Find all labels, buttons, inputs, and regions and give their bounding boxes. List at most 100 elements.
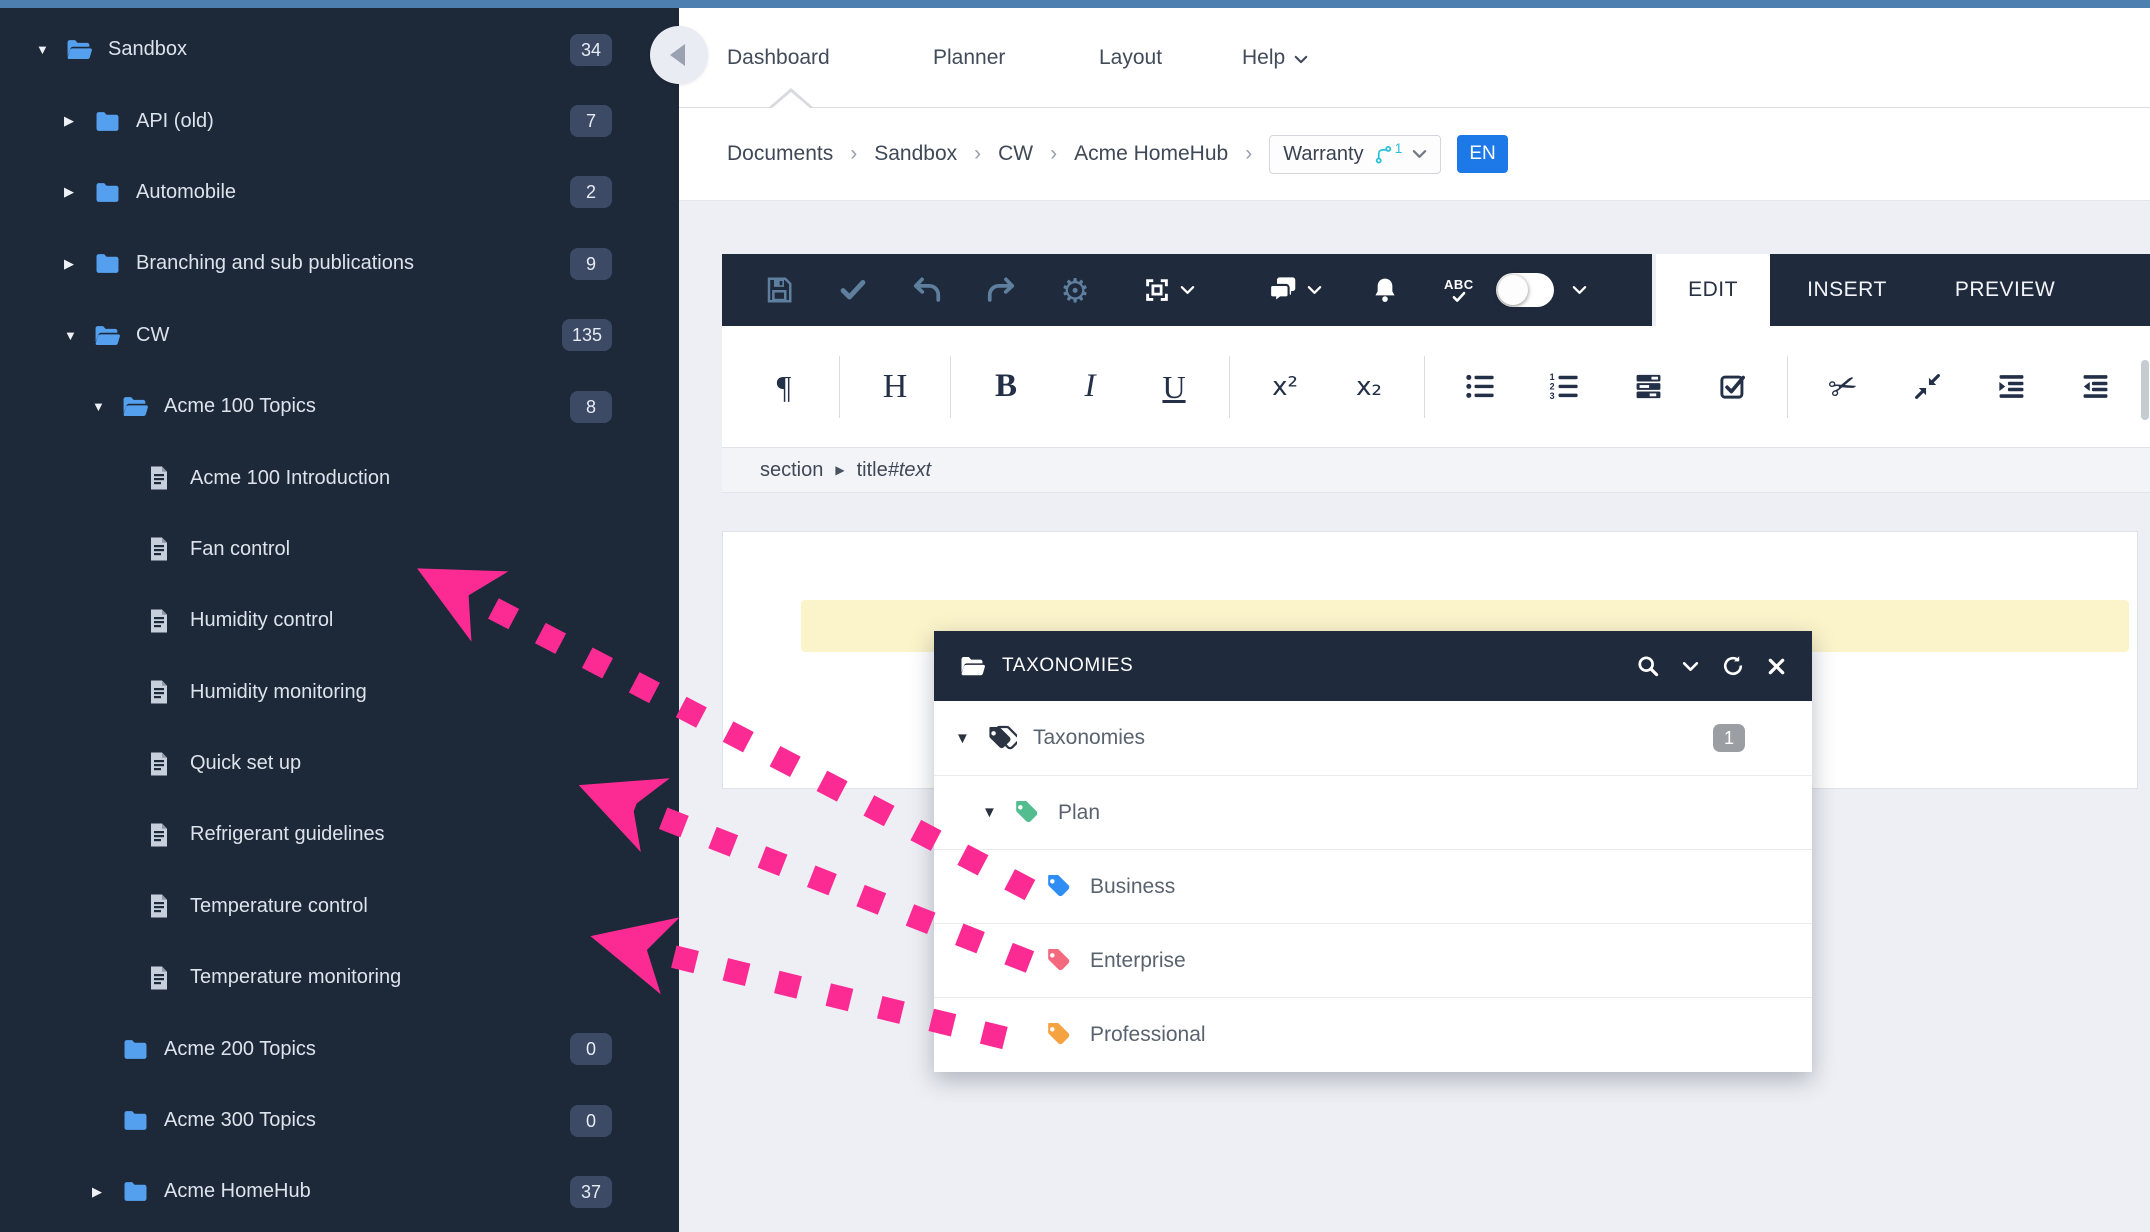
tree-item[interactable]: ▶Acme HomeHub37 xyxy=(0,1156,679,1227)
folder-icon xyxy=(94,252,122,275)
bullet-list-button[interactable] xyxy=(1438,372,1522,401)
editor-scrollbar[interactable] xyxy=(2141,360,2149,420)
tree-item-label: Fan control xyxy=(190,538,290,561)
path-segment[interactable]: title xyxy=(857,459,888,482)
sidebar-collapse-button[interactable] xyxy=(650,26,708,84)
folder-open-icon xyxy=(66,38,94,61)
undo-button[interactable] xyxy=(890,276,964,304)
item-count-badge: 34 xyxy=(570,34,612,66)
tree-item-label: Acme 300 Topics xyxy=(164,1109,316,1132)
tab-preview[interactable]: PREVIEW xyxy=(1924,254,2086,326)
tree-caret-icon[interactable]: ▼ xyxy=(36,42,66,57)
subscript-button[interactable]: x₂ xyxy=(1327,374,1411,400)
tree-item[interactable]: Acme 200 Topics0 xyxy=(0,1013,679,1084)
chevron-down-icon xyxy=(1294,55,1308,64)
tree-item[interactable]: Quick set up xyxy=(0,728,679,799)
tree-item[interactable]: Acme 300 Topics 0 xyxy=(0,1085,679,1156)
tree-caret-icon[interactable]: ▼ xyxy=(92,399,122,414)
tree-caret-icon[interactable]: ▶ xyxy=(64,256,94,272)
taxonomy-root-row[interactable]: ▼ Taxonomies 1 xyxy=(934,701,1812,775)
item-count-badge: 0 xyxy=(570,1105,612,1137)
tree-item[interactable]: ▼Acme 100 Topics8 xyxy=(0,371,679,442)
folder-open-icon xyxy=(94,324,122,347)
tree-caret-icon[interactable]: ▶ xyxy=(64,113,94,129)
underline-button[interactable]: U xyxy=(1132,371,1216,403)
cut-button[interactable]: ✂ xyxy=(1801,370,1885,404)
tree-caret-icon[interactable]: ▼ xyxy=(982,804,1012,821)
taxonomy-label: Taxonomies xyxy=(1033,726,1145,750)
tag-icon xyxy=(1044,873,1074,900)
checkbox-button[interactable] xyxy=(1690,372,1774,401)
toolbar-divider xyxy=(1787,356,1788,418)
numbered-list-button[interactable] xyxy=(1522,372,1606,401)
path-segment[interactable]: section xyxy=(760,459,823,482)
chevron-down-icon[interactable] xyxy=(1572,285,1587,295)
tree-caret-icon[interactable]: ▼ xyxy=(955,730,985,747)
branch-count: 1 xyxy=(1395,140,1403,156)
panel-title: TAXONOMIES xyxy=(1002,655,1133,677)
spellcheck-icon: ABC xyxy=(1444,278,1474,303)
spellcheck-toggle[interactable] xyxy=(1496,273,1554,307)
settings-gear-icon[interactable]: ⚙ xyxy=(1038,274,1112,307)
tree-item[interactable]: Refrigerant guidelines xyxy=(0,799,679,870)
tab-insert[interactable]: INSERT xyxy=(1770,254,1924,326)
tree-item[interactable]: Acme 100 Introduction xyxy=(0,442,679,513)
close-icon[interactable] xyxy=(1767,657,1786,676)
heading-button[interactable]: H xyxy=(853,370,937,404)
breadcrumb-item[interactable]: CW xyxy=(998,142,1033,166)
language-badge[interactable]: EN xyxy=(1457,135,1507,173)
folder-icon xyxy=(122,1180,150,1203)
tree-item[interactable]: Humidity monitoring xyxy=(0,657,679,728)
document-icon xyxy=(148,822,176,848)
tree-item-label: Sandbox xyxy=(108,38,187,61)
refresh-icon[interactable] xyxy=(1721,654,1745,678)
taxonomy-tag-row[interactable]: Enterprise xyxy=(934,923,1812,997)
merge-button[interactable] xyxy=(1885,372,1969,401)
search-icon[interactable] xyxy=(1636,654,1660,678)
breadcrumb-item[interactable]: Documents xyxy=(727,142,833,166)
tree-caret-icon[interactable]: ▶ xyxy=(92,1184,122,1200)
nav-item-planner[interactable]: Planner xyxy=(933,8,1005,107)
tab-edit[interactable]: EDIT xyxy=(1656,254,1770,326)
document-icon xyxy=(148,679,176,705)
save-button[interactable] xyxy=(742,275,816,305)
taxonomy-tag-row[interactable]: Business xyxy=(934,849,1812,923)
tree-caret-icon[interactable]: ▶ xyxy=(64,184,94,200)
breadcrumb-item[interactable]: Acme HomeHub xyxy=(1074,142,1228,166)
version-label: Warranty xyxy=(1283,143,1363,166)
indent-button[interactable] xyxy=(1969,372,2053,401)
version-selector[interactable]: Warranty 1 xyxy=(1269,135,1441,174)
nav-item-layout[interactable]: Layout xyxy=(1099,8,1162,107)
redo-button[interactable] xyxy=(964,276,1038,304)
taxonomy-tag-row[interactable]: ▼ Plan xyxy=(934,775,1812,849)
document-icon xyxy=(148,965,176,991)
tree-item[interactable]: ▼CW135 xyxy=(0,300,679,371)
nav-item-dashboard[interactable]: Dashboard xyxy=(727,8,830,107)
nav-item-help[interactable]: Help xyxy=(1242,8,1308,107)
fullscreen-menu-button[interactable] xyxy=(1120,275,1216,305)
paragraph-button[interactable]: ¶ xyxy=(742,371,826,403)
tree-item[interactable]: ▶Automobile2 xyxy=(0,157,679,228)
heading-icon: H xyxy=(883,370,908,404)
italic-button[interactable]: I xyxy=(1048,370,1132,403)
tree-item[interactable]: Temperature monitoring xyxy=(0,942,679,1013)
folder-open-icon xyxy=(960,655,986,677)
taxonomy-tag-row[interactable]: Professional xyxy=(934,997,1812,1071)
validate-button[interactable] xyxy=(816,278,890,302)
tree-item[interactable]: ▶Branching and sub publications9 xyxy=(0,228,679,299)
taxonomies-panel-header[interactable]: TAXONOMIES xyxy=(934,631,1812,701)
tree-item[interactable]: Humidity control xyxy=(0,585,679,656)
superscript-button[interactable]: x² xyxy=(1243,374,1327,400)
definition-list-button[interactable] xyxy=(1606,372,1690,401)
notifications-bell-button[interactable] xyxy=(1348,276,1422,304)
tree-caret-icon[interactable]: ▼ xyxy=(64,328,94,343)
bold-button[interactable]: B xyxy=(964,370,1048,403)
tree-item[interactable]: Temperature control xyxy=(0,871,679,942)
comments-menu-button[interactable] xyxy=(1246,274,1342,306)
tree-item[interactable]: ▼ Sandbox 34 xyxy=(0,14,679,85)
breadcrumb-item[interactable]: Sandbox xyxy=(874,142,957,166)
tree-item[interactable]: Fan control xyxy=(0,514,679,585)
chevron-down-icon[interactable] xyxy=(1682,661,1699,672)
outdent-button[interactable] xyxy=(2053,372,2137,401)
tree-item[interactable]: ▶API (old)7 xyxy=(0,85,679,156)
